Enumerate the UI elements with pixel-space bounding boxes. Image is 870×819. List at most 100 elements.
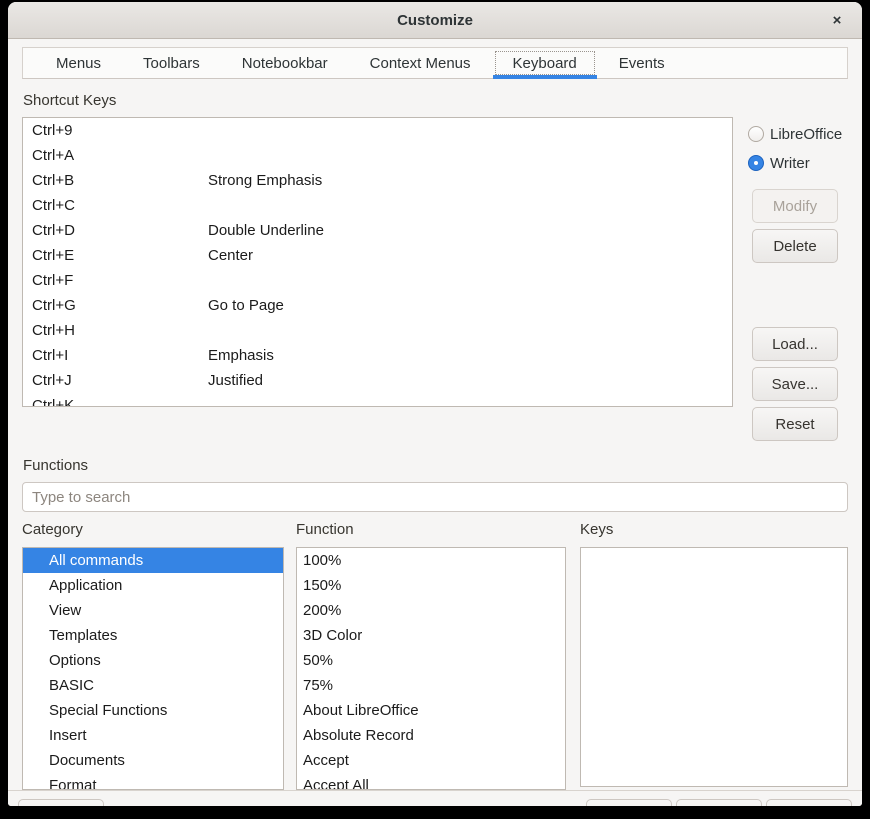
delete-button[interactable]: Delete bbox=[752, 229, 838, 263]
tab[interactable]: Context Menus bbox=[349, 48, 492, 78]
category-item-label: Documents bbox=[49, 752, 125, 769]
shortcut-area: Ctrl+9 Ctrl+A Ctrl+B Strong Emphasis bbox=[22, 117, 848, 441]
function-item-label: 75% bbox=[303, 677, 333, 694]
scope-radio-group: LibreOffice Writer bbox=[745, 123, 848, 181]
category-label: Category bbox=[22, 521, 296, 541]
function-item[interactable]: 100% bbox=[297, 548, 565, 573]
tab-label: Menus bbox=[56, 55, 101, 72]
tab-label: Toolbars bbox=[143, 55, 200, 72]
category-item[interactable]: Documents bbox=[23, 748, 283, 773]
titlebar: Customize × bbox=[8, 2, 862, 39]
shortcut-command: Justified bbox=[208, 372, 263, 389]
lists-row: All commands Application View Templates bbox=[22, 547, 848, 790]
scope-and-actions: LibreOffice Writer Modify Delete Load...… bbox=[745, 117, 848, 441]
shortcut-key: Ctrl+I bbox=[32, 347, 68, 364]
category-item-label: Special Functions bbox=[49, 702, 167, 719]
tab[interactable]: Events bbox=[598, 48, 686, 78]
shortcut-row[interactable]: Ctrl+C bbox=[23, 193, 732, 218]
tab[interactable]: Notebookbar bbox=[221, 48, 349, 78]
shortcut-key: Ctrl+D bbox=[32, 222, 75, 239]
tabstrip: Menus Toolbars Notebookbar Context Menus… bbox=[22, 47, 848, 79]
tab-label: Context Menus bbox=[370, 55, 471, 72]
scope-radio[interactable]: Writer bbox=[748, 152, 848, 174]
shortcut-row[interactable]: Ctrl+A bbox=[23, 143, 732, 168]
function-list[interactable]: 100% 150% 200% 3D Color 50% bbox=[296, 547, 566, 790]
shortcut-key: Ctrl+K bbox=[32, 397, 74, 407]
function-item[interactable]: Accept All bbox=[297, 773, 565, 790]
function-item[interactable]: 150% bbox=[297, 573, 565, 598]
shortcut-row[interactable]: Ctrl+J Justified bbox=[23, 368, 732, 393]
function-item[interactable]: 3D Color bbox=[297, 623, 565, 648]
function-label: Function bbox=[296, 521, 580, 541]
shortcut-row[interactable]: Ctrl+9 bbox=[23, 118, 732, 143]
function-item-label: Accept bbox=[303, 752, 349, 769]
load-button[interactable]: Load... bbox=[752, 327, 838, 361]
tab-label: Events bbox=[619, 55, 665, 72]
shortcut-row[interactable]: Ctrl+G Go to Page bbox=[23, 293, 732, 318]
keys-list[interactable] bbox=[580, 547, 848, 787]
function-item-label: Accept All bbox=[303, 777, 369, 790]
shortcut-key: Ctrl+F bbox=[32, 272, 73, 289]
shortcut-row[interactable]: Ctrl+B Strong Emphasis bbox=[23, 168, 732, 193]
window-title: Customize bbox=[397, 12, 473, 29]
category-item-label: View bbox=[49, 602, 81, 619]
function-item[interactable]: 75% bbox=[297, 673, 565, 698]
shortcut-command: Center bbox=[208, 247, 253, 264]
reset-button[interactable]: Reset bbox=[586, 799, 672, 807]
category-item[interactable]: Insert bbox=[23, 723, 283, 748]
tab-label: Keyboard bbox=[513, 55, 577, 72]
category-item[interactable]: Special Functions bbox=[23, 698, 283, 723]
function-item[interactable]: Accept bbox=[297, 748, 565, 773]
shortcut-keys-label: Shortcut Keys bbox=[23, 92, 848, 112]
cancel-button[interactable]: Cancel bbox=[676, 799, 762, 807]
tab[interactable]: Keyboard bbox=[492, 48, 598, 78]
functions-label: Functions bbox=[23, 457, 848, 477]
function-item[interactable]: 200% bbox=[297, 598, 565, 623]
reset-keyboard-button[interactable]: Reset bbox=[752, 407, 838, 441]
list-headers: Category Function Keys bbox=[22, 521, 848, 541]
shortcut-keys-list[interactable]: Ctrl+9 Ctrl+A Ctrl+B Strong Emphasis bbox=[22, 117, 733, 407]
shortcut-key: Ctrl+H bbox=[32, 322, 75, 339]
close-icon[interactable]: × bbox=[826, 9, 848, 31]
shortcut-key: Ctrl+J bbox=[32, 372, 72, 389]
radio-icon bbox=[748, 126, 764, 142]
function-item[interactable]: About LibreOffice bbox=[297, 698, 565, 723]
footer: Help Reset Cancel OK bbox=[8, 790, 862, 806]
scope-radio[interactable]: LibreOffice bbox=[748, 123, 848, 145]
category-item[interactable]: Format bbox=[23, 773, 283, 790]
tab-label: Notebookbar bbox=[242, 55, 328, 72]
category-item[interactable]: Application bbox=[23, 573, 283, 598]
ok-button[interactable]: OK bbox=[766, 799, 852, 807]
tab[interactable]: Menus bbox=[35, 48, 122, 78]
category-item[interactable]: View bbox=[23, 598, 283, 623]
category-item-label: Insert bbox=[49, 727, 87, 744]
function-item-label: 3D Color bbox=[303, 627, 362, 644]
category-list[interactable]: All commands Application View Templates bbox=[22, 547, 284, 790]
function-item-label: Absolute Record bbox=[303, 727, 414, 744]
category-item[interactable]: Templates bbox=[23, 623, 283, 648]
shortcut-row[interactable]: Ctrl+I Emphasis bbox=[23, 343, 732, 368]
shortcut-key: Ctrl+B bbox=[32, 172, 74, 189]
category-item[interactable]: Options bbox=[23, 648, 283, 673]
shortcut-row[interactable]: Ctrl+D Double Underline bbox=[23, 218, 732, 243]
save-button[interactable]: Save... bbox=[752, 367, 838, 401]
radio-icon bbox=[748, 155, 764, 171]
category-item-label: Format bbox=[49, 777, 97, 790]
tab[interactable]: Toolbars bbox=[122, 48, 221, 78]
shortcut-row[interactable]: Ctrl+K bbox=[23, 393, 732, 407]
shortcut-row[interactable]: Ctrl+E Center bbox=[23, 243, 732, 268]
function-item-label: 50% bbox=[303, 652, 333, 669]
category-item-label: Application bbox=[49, 577, 122, 594]
modify-button[interactable]: Modify bbox=[752, 189, 838, 223]
function-item[interactable]: 50% bbox=[297, 648, 565, 673]
help-button[interactable]: Help bbox=[18, 799, 104, 807]
shortcut-row[interactable]: Ctrl+H bbox=[23, 318, 732, 343]
search-input[interactable] bbox=[22, 482, 848, 512]
radio-label: Writer bbox=[770, 155, 810, 172]
function-item[interactable]: Absolute Record bbox=[297, 723, 565, 748]
radio-label: LibreOffice bbox=[770, 126, 842, 143]
category-item[interactable]: BASIC bbox=[23, 673, 283, 698]
shortcut-list-column: Ctrl+9 Ctrl+A Ctrl+B Strong Emphasis bbox=[22, 117, 733, 441]
category-item[interactable]: All commands bbox=[23, 548, 283, 573]
shortcut-row[interactable]: Ctrl+F bbox=[23, 268, 732, 293]
